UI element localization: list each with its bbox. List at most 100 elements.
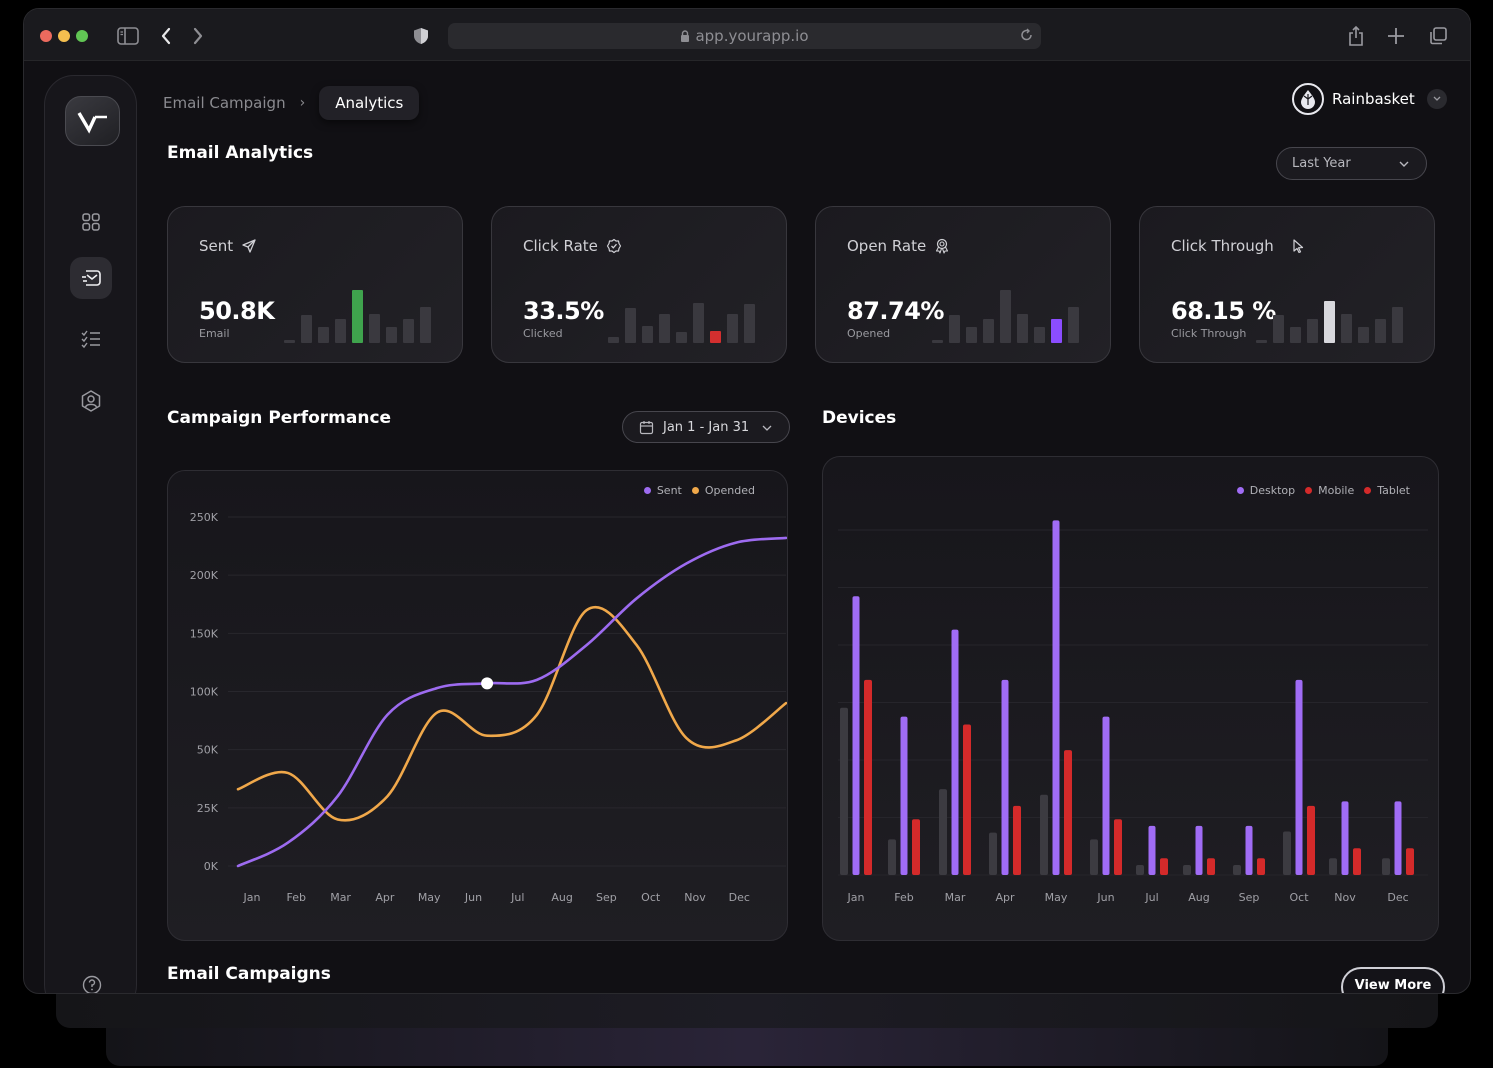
close-window-button[interactable] bbox=[40, 30, 52, 42]
sidebar-item-dashboard[interactable] bbox=[70, 201, 112, 243]
x-tick-label: Feb bbox=[287, 891, 306, 904]
bar-other-jul[interactable] bbox=[1136, 864, 1144, 875]
bar-other-jun[interactable] bbox=[1090, 839, 1098, 875]
date-range-select[interactable]: Jan 1 - Jan 31 bbox=[622, 411, 790, 443]
send-icon bbox=[242, 239, 256, 253]
y-tick-label: 25K bbox=[197, 802, 219, 815]
period-select[interactable]: Last Year bbox=[1276, 147, 1427, 180]
bar-desktop-jan[interactable] bbox=[852, 596, 860, 875]
stat-value: 50.8K bbox=[199, 297, 275, 325]
stat-title: Click Rate bbox=[523, 237, 598, 255]
stat-card-sent[interactable]: Sent 50.8K Email bbox=[167, 206, 463, 363]
bar-desktop-nov[interactable] bbox=[1341, 801, 1349, 875]
url-text: app.yourapp.io bbox=[695, 27, 809, 45]
bar-desktop-may[interactable] bbox=[1052, 520, 1060, 875]
share-icon[interactable] bbox=[1344, 24, 1368, 48]
line-chart-canvas: 0K 25K 50K 100K 150K 200K 250K Jan Feb Mar Apr May J… bbox=[190, 511, 787, 904]
award-icon bbox=[936, 238, 949, 254]
mini-bar bbox=[1375, 319, 1386, 343]
bar-other-dec[interactable] bbox=[1382, 858, 1390, 875]
bar-mobile-may[interactable] bbox=[1064, 750, 1072, 875]
y-tick-label: 0K bbox=[204, 860, 219, 873]
bar-mobile-oct[interactable] bbox=[1307, 805, 1315, 875]
stat-card-click-rate[interactable]: Click Rate 33.5% Clicked bbox=[491, 206, 787, 363]
x-tick-label: Aug bbox=[1188, 891, 1209, 904]
bar-desktop-jun[interactable] bbox=[1102, 716, 1110, 875]
forward-icon[interactable] bbox=[186, 24, 210, 48]
bar-mobile-jan[interactable] bbox=[864, 679, 872, 875]
bar-other-aug[interactable] bbox=[1183, 864, 1191, 875]
devices-chart: Desktop Mobile Tablet Jan Feb Mar Apr May Jun… bbox=[822, 456, 1439, 941]
bar-mobile-jun[interactable] bbox=[1114, 819, 1122, 875]
chevron-down-icon[interactable] bbox=[1426, 89, 1447, 109]
bar-desktop-mar[interactable] bbox=[951, 629, 959, 875]
bar-mobile-sep[interactable] bbox=[1257, 858, 1265, 875]
maximize-window-button[interactable] bbox=[76, 30, 88, 42]
user-menu[interactable]: Rainbasket bbox=[1292, 83, 1447, 115]
mini-bar bbox=[369, 313, 380, 343]
breadcrumb-email-campaign[interactable]: Email Campaign bbox=[163, 94, 286, 112]
mini-bar bbox=[659, 313, 670, 343]
bar-desktop-oct[interactable] bbox=[1295, 679, 1303, 875]
tabs-overview-icon[interactable] bbox=[1426, 24, 1450, 48]
stat-value: 33.5% bbox=[523, 297, 604, 325]
bar-other-nov[interactable] bbox=[1329, 858, 1337, 875]
view-more-button[interactable]: View More bbox=[1341, 967, 1445, 993]
stat-card-open-rate[interactable]: Open Rate 87.74% Opened bbox=[815, 206, 1111, 363]
bar-other-mar[interactable] bbox=[939, 789, 947, 875]
bar-mobile-aug[interactable] bbox=[1207, 858, 1215, 875]
mini-bar bbox=[1273, 315, 1284, 343]
back-icon[interactable] bbox=[154, 24, 178, 48]
bar-desktop-sep[interactable] bbox=[1245, 825, 1253, 875]
bar-other-may[interactable] bbox=[1040, 794, 1048, 875]
verified-badge-icon bbox=[606, 238, 622, 254]
bar-mobile-jul[interactable] bbox=[1160, 858, 1168, 875]
shield-icon[interactable] bbox=[409, 24, 433, 48]
minimize-window-button[interactable] bbox=[58, 30, 70, 42]
bar-desktop-feb[interactable] bbox=[900, 716, 908, 875]
bar-desktop-dec[interactable] bbox=[1394, 801, 1402, 875]
mini-bar bbox=[420, 306, 431, 343]
mini-bar-chart bbox=[932, 287, 1082, 343]
bar-mobile-feb[interactable] bbox=[912, 819, 920, 875]
x-tick-label: Aug bbox=[551, 891, 572, 904]
bar-other-jan[interactable] bbox=[840, 707, 848, 875]
y-tick-label: 100K bbox=[190, 686, 219, 699]
bar-other-sep[interactable] bbox=[1233, 864, 1241, 875]
mini-bar bbox=[676, 331, 687, 343]
bar-mobile-nov[interactable] bbox=[1353, 848, 1361, 875]
stat-value: 87.74% bbox=[847, 297, 944, 325]
sidebar-item-profile[interactable] bbox=[70, 380, 112, 422]
bar-other-feb[interactable] bbox=[888, 839, 896, 875]
sidebar-toggle-icon[interactable] bbox=[116, 24, 140, 48]
bar-mobile-dec[interactable] bbox=[1406, 848, 1414, 875]
bar-other-apr[interactable] bbox=[989, 832, 997, 875]
breadcrumb-analytics[interactable]: Analytics bbox=[319, 86, 420, 120]
highlight-point[interactable] bbox=[481, 677, 494, 690]
mini-bar bbox=[1324, 301, 1335, 343]
mini-bar bbox=[386, 327, 397, 343]
bar-desktop-jul[interactable] bbox=[1148, 825, 1156, 875]
reload-icon[interactable] bbox=[1019, 27, 1035, 43]
calendar-icon bbox=[639, 420, 654, 434]
window-shadow-mid bbox=[56, 990, 1438, 1028]
help-icon[interactable] bbox=[82, 975, 102, 994]
bar-mobile-mar[interactable] bbox=[963, 724, 971, 875]
app-logo[interactable] bbox=[65, 96, 120, 146]
stat-subtitle: Clicked bbox=[523, 327, 563, 340]
address-bar[interactable]: app.yourapp.io bbox=[448, 23, 1041, 49]
bar-desktop-aug[interactable] bbox=[1195, 825, 1203, 875]
x-tick-label: Oct bbox=[641, 891, 661, 904]
x-tick-label: Apr bbox=[995, 891, 1015, 904]
bar-other-oct[interactable] bbox=[1283, 831, 1291, 875]
new-tab-icon[interactable] bbox=[1384, 24, 1408, 48]
x-tick-label: Dec bbox=[729, 891, 750, 904]
bar-mobile-apr[interactable] bbox=[1013, 805, 1021, 875]
raindrop-logo-icon bbox=[1301, 90, 1315, 109]
x-tick-label: Mar bbox=[330, 891, 351, 904]
bar-desktop-apr[interactable] bbox=[1001, 679, 1009, 875]
sidebar-item-tasks[interactable] bbox=[70, 318, 112, 360]
stat-card-click-through[interactable]: Click Through 68.15 % Click Through bbox=[1139, 206, 1435, 363]
sidebar-item-email[interactable] bbox=[70, 257, 112, 299]
x-tick-label: Jun bbox=[464, 891, 482, 904]
